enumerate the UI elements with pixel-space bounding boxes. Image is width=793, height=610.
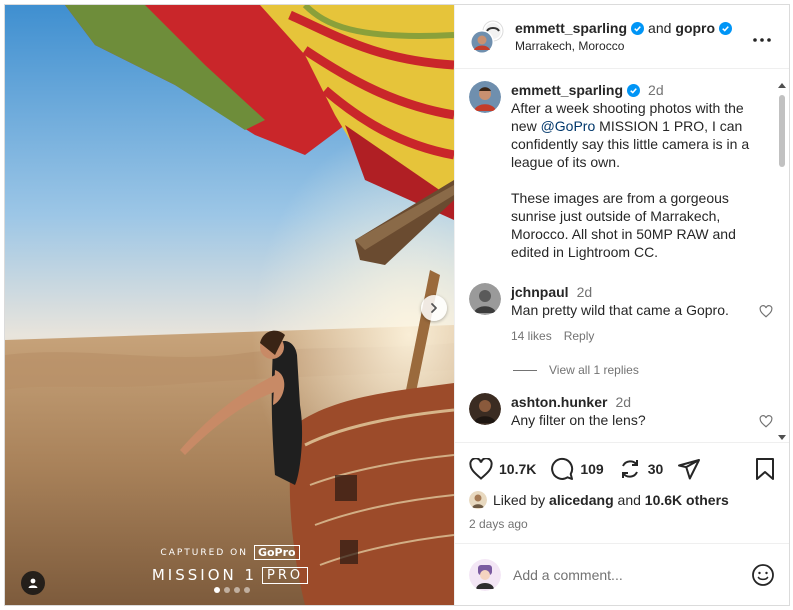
comment-likes[interactable]: 14 likes	[511, 327, 552, 345]
heart-icon	[469, 458, 493, 480]
comment-count: 109	[580, 461, 604, 477]
comment-text: Man pretty wild that came a Gopro.	[511, 302, 729, 318]
post-timestamp[interactable]: 2 days ago	[469, 517, 775, 531]
gopro-watermark: CAPTURED ON GoPro MISSION 1 PRO	[145, 545, 315, 584]
avatar	[470, 20, 504, 54]
next-image-button[interactable]	[421, 295, 447, 321]
scroll-down-icon[interactable]	[777, 434, 787, 442]
repost-icon	[621, 460, 638, 478]
avatar	[469, 558, 501, 591]
more-horizontal-icon	[753, 38, 771, 42]
post-actions: 10.7K 109 30 Liked by alicedang and 10.6…	[455, 442, 789, 531]
replies-divider	[513, 369, 537, 371]
post-side-panel: emmett_sparling and gopro Marrakech, Mor…	[454, 5, 789, 605]
header-username-1[interactable]: emmett_sparling	[515, 20, 627, 36]
like-button[interactable]: 10.7K	[469, 458, 536, 480]
chevron-right-icon	[431, 303, 437, 313]
carousel-dot	[224, 587, 230, 593]
avatar[interactable]	[469, 491, 487, 509]
more-options-button[interactable]	[749, 22, 775, 51]
liked-by-user[interactable]: alicedang	[549, 492, 614, 508]
avatar[interactable]	[469, 81, 501, 113]
watermark-model: MISSION 1	[151, 566, 258, 584]
liked-by-joiner: and	[617, 492, 641, 508]
comment-username[interactable]: ashton.hunker	[511, 393, 607, 411]
liked-by-label: Liked by	[493, 492, 546, 508]
verified-badge-icon	[719, 21, 733, 35]
verified-badge-icon	[627, 83, 641, 97]
user-icon	[28, 578, 38, 588]
scroll-thumb[interactable]	[779, 95, 785, 167]
avatar[interactable]	[469, 393, 501, 425]
watermark-pro: PRO	[262, 566, 309, 584]
send-icon	[678, 459, 701, 480]
comment-text: Any filter on the lens?	[511, 412, 646, 428]
carousel-dot	[244, 587, 250, 593]
tagged-users-button[interactable]	[21, 571, 45, 595]
comment-time: 2d	[615, 394, 632, 410]
save-button[interactable]	[755, 457, 775, 481]
carousel-dot	[234, 587, 240, 593]
carousel-dot	[214, 587, 220, 593]
comment-icon	[551, 457, 574, 480]
post-location[interactable]: Marrakech, Morocco	[515, 39, 749, 53]
bookmark-icon	[756, 458, 774, 480]
view-replies-label: View all 1 replies	[549, 363, 639, 377]
post-dialog: CAPTURED ON GoPro MISSION 1 PRO emmett_s…	[4, 4, 790, 606]
caption-mention[interactable]: @GoPro	[541, 118, 596, 134]
avatar[interactable]	[469, 283, 501, 315]
like-count: 10.7K	[499, 461, 537, 477]
likes-summary: Liked by alicedang and 10.6K others	[469, 491, 775, 509]
collab-avatars[interactable]	[469, 19, 505, 55]
header-joiner: and	[648, 20, 672, 36]
liked-by-others[interactable]: 10.6K others	[645, 492, 729, 508]
post-header: emmett_sparling and gopro Marrakech, Mor…	[455, 5, 789, 69]
view-replies-button[interactable]: View all 1 replies	[513, 363, 775, 377]
share-button[interactable]	[677, 457, 701, 481]
balloon-photo	[5, 5, 454, 605]
like-comment-icon[interactable]	[759, 305, 773, 318]
header-username-2[interactable]: gopro	[675, 20, 715, 36]
comment-username[interactable]: jchnpaul	[511, 283, 569, 301]
caption: emmett_sparling 2d After a week shooting…	[469, 81, 775, 261]
post-media[interactable]: CAPTURED ON GoPro MISSION 1 PRO	[5, 5, 454, 605]
caption-time: 2d	[648, 82, 664, 98]
comment-time: 2d	[576, 284, 593, 300]
caption-username[interactable]: emmett_sparling	[511, 81, 623, 99]
scroll-up-icon[interactable]	[777, 81, 787, 89]
add-comment-bar	[455, 543, 789, 605]
comment-input[interactable]	[513, 566, 739, 583]
carousel-indicator	[214, 587, 250, 593]
comment-item: ashton.hunker 2d Any filter on the lens?	[469, 393, 775, 429]
reply-button[interactable]: Reply	[564, 327, 595, 345]
watermark-captured: CAPTURED ON	[160, 547, 248, 558]
comment-button[interactable]: 109	[550, 457, 604, 481]
comment-item: jchnpaul 2d Man pretty wild that came a …	[469, 283, 775, 345]
caption-text: After a week shooting photos with the ne…	[511, 99, 775, 261]
comments-scrollbar[interactable]	[777, 81, 787, 442]
comments-section[interactable]: emmett_sparling 2d After a week shooting…	[455, 69, 789, 442]
like-comment-icon[interactable]	[759, 415, 773, 428]
watermark-brand: GoPro	[253, 545, 300, 560]
caption-text-part: MISSION 1 PRO, I can confidently say thi…	[511, 118, 750, 260]
repost-button[interactable]: 30	[618, 457, 664, 481]
verified-badge-icon	[631, 21, 645, 35]
repost-count: 30	[647, 461, 664, 477]
emoji-icon[interactable]	[751, 563, 775, 587]
